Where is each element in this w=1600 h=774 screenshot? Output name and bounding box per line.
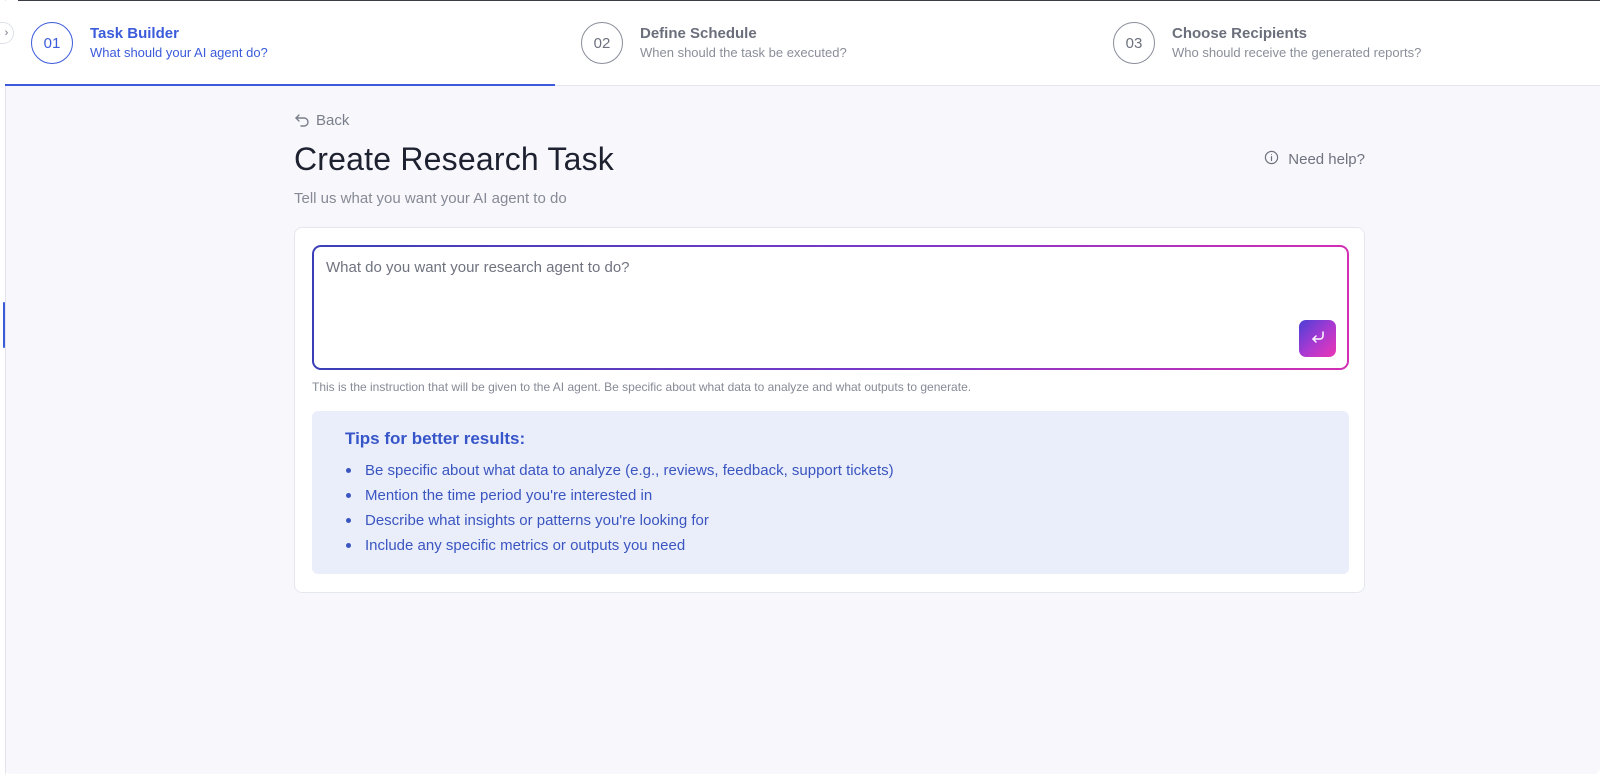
- step-number: 02: [581, 22, 623, 64]
- undo-arrow-icon: [294, 112, 310, 128]
- tips-title: Tips for better results:: [345, 429, 526, 448]
- back-label: Back: [316, 111, 350, 129]
- step-title: Define Schedule: [640, 25, 757, 42]
- info-circle-icon: [1264, 150, 1279, 169]
- list-item: Include any specific metrics or outputs …: [345, 533, 1316, 558]
- sidebar-active-indicator: [3, 302, 5, 348]
- task-input[interactable]: [314, 247, 1347, 368]
- step-subtitle: Who should receive the generated reports…: [1172, 45, 1422, 60]
- need-help-link[interactable]: Need help?: [1264, 150, 1365, 169]
- page-title: Create Research Task: [294, 141, 614, 177]
- list-item: Describe what insights or patterns you'r…: [345, 508, 1316, 533]
- step-subtitle: What should your AI agent do?: [90, 45, 268, 60]
- active-step-underline: [5, 84, 555, 86]
- step-number: 03: [1113, 22, 1155, 64]
- page-subtitle: Tell us what you want your AI agent to d…: [294, 190, 567, 207]
- step-subtitle: When should the task be executed?: [640, 45, 847, 60]
- back-link[interactable]: Back: [294, 108, 349, 132]
- main-content: Back Create Research Task Need help? Tel…: [294, 108, 1365, 593]
- stepper: 01 Task Builder What should your AI agen…: [5, 1, 1600, 86]
- list-item: Mention the time period you're intereste…: [345, 483, 1316, 508]
- step-choose-recipients[interactable]: 03 Choose Recipients Who should receive …: [1105, 1, 1600, 85]
- sidebar-edge: [5, 0, 6, 774]
- submit-button[interactable]: [1299, 320, 1336, 357]
- help-label: Need help?: [1288, 151, 1365, 168]
- step-title: Choose Recipients: [1172, 25, 1308, 42]
- step-task-builder[interactable]: 01 Task Builder What should your AI agen…: [5, 1, 555, 86]
- chevron-right-icon: ›: [4, 27, 9, 39]
- step-define-schedule[interactable]: 02 Define Schedule When should the task …: [555, 1, 1105, 85]
- task-input-border: [312, 245, 1349, 370]
- step-title: Task Builder: [90, 25, 179, 42]
- enter-return-icon: [1310, 329, 1326, 348]
- tips-panel: Tips for better results: Be specific abo…: [312, 411, 1349, 574]
- step-number: 01: [31, 22, 73, 64]
- task-card: This is the instruction that will be giv…: [294, 227, 1365, 593]
- tips-list: Be specific about what data to analyze (…: [345, 458, 1316, 558]
- input-hint: This is the instruction that will be giv…: [312, 380, 972, 394]
- list-item: Be specific about what data to analyze (…: [345, 458, 1316, 483]
